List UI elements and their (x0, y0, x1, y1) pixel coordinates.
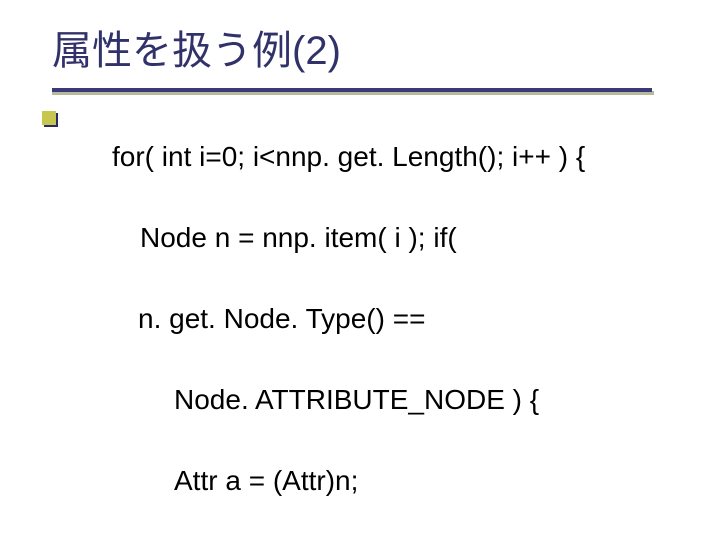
code-line: Attr a = (Attr)n; (174, 461, 692, 502)
code-line: Node. ATTRIBUTE_NODE ) { (174, 380, 692, 421)
code-block: for( int i=0; i<nnp. get. Length(); i++ … (112, 96, 692, 540)
slide: 属性を扱う例(2) for( int i=0; i<nnp. get. Leng… (0, 0, 720, 540)
code-line: n. get. Node. Type() == (138, 299, 692, 340)
code-line: for( int i=0; i<nnp. get. Length(); i++ … (112, 137, 692, 178)
slide-title: 属性を扱う例(2) (52, 18, 672, 76)
code-line: Node n = nnp. item( i ); if( (140, 218, 692, 259)
bullet-icon (42, 111, 56, 125)
title-block: 属性を扱う例(2) (52, 18, 672, 76)
title-underline (52, 88, 652, 92)
